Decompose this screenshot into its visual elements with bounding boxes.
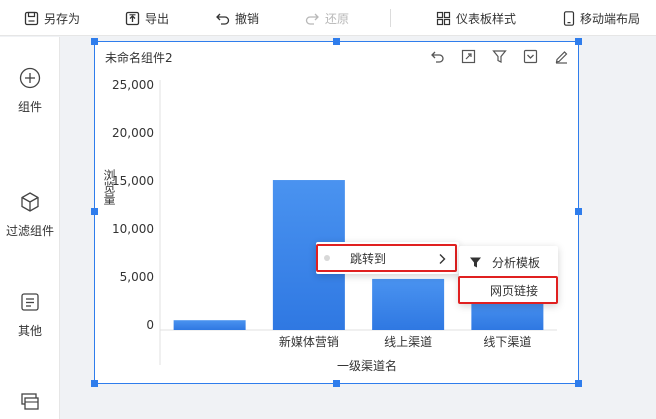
widget-toolbar <box>429 48 570 65</box>
dashboard-style-button[interactable]: 仪表板样式 <box>436 0 516 36</box>
redo-button[interactable]: 还原 <box>305 0 349 36</box>
y-axis-title: 浏览量 <box>102 169 116 205</box>
web-link-label: 网页链接 <box>489 283 538 298</box>
sidebar-item-layers[interactable] <box>0 391 60 413</box>
y-tick-label: 10,000 <box>112 222 154 236</box>
layers-icon <box>21 393 39 410</box>
save-as-label: 另存为 <box>44 11 81 26</box>
top-toolbar: 另存为 导出 撤销 还原 仪表板样式 移动端布局 <box>0 0 656 36</box>
jump-to-label: 跳转到 <box>350 251 387 266</box>
undo-button[interactable]: 撤销 <box>215 0 259 36</box>
edit-icon[interactable] <box>553 48 570 65</box>
sidebar-item-components[interactable]: 组件 <box>0 67 60 115</box>
web-link-menu-item[interactable]: 网页链接 <box>458 276 558 304</box>
resize-handle[interactable] <box>333 380 340 387</box>
sidebar-item-label: 组件 <box>17 100 42 114</box>
chevron-right-icon <box>439 254 446 264</box>
export-button[interactable]: 导出 <box>125 0 169 36</box>
analysis-template-menu-item[interactable]: 分析模板 <box>459 250 558 275</box>
undo-icon[interactable] <box>429 48 446 65</box>
sidebar-item-filter-components[interactable]: 过滤组件 <box>0 191 60 239</box>
y-tick-label: 5,000 <box>120 270 154 284</box>
document-icon <box>21 293 39 311</box>
plus-circle-icon <box>19 67 41 89</box>
dashboard-style-label: 仪表板样式 <box>456 11 517 26</box>
menu-dot-icon <box>324 255 330 261</box>
filter-icon <box>470 257 481 268</box>
redo-label: 还原 <box>325 11 350 26</box>
mobile-layout-button[interactable]: 移动端布局 <box>563 0 640 36</box>
x-tick-label: 新媒体营销 <box>279 334 339 349</box>
bar <box>471 300 544 330</box>
resize-handle[interactable] <box>575 380 582 387</box>
resize-handle[interactable] <box>575 38 582 45</box>
sidebar-item-label: 过滤组件 <box>5 224 54 238</box>
bar <box>173 320 246 330</box>
x-tick-label: 线上渠道 <box>384 335 432 349</box>
export-icon <box>125 11 140 25</box>
resize-handle[interactable] <box>91 380 98 387</box>
jump-submenu: 分析模板 网页链接 <box>458 246 558 304</box>
sidebar-item-other[interactable]: 其他 <box>0 291 60 339</box>
context-menu: 跳转到 <box>316 242 459 274</box>
x-tick-label: 线下渠道 <box>483 335 531 349</box>
save-as-button[interactable]: 另存为 <box>24 0 80 36</box>
bar-chart: 25,000 20,000 15,000 10,000 5,000 0 新媒体营销 线上渠道 线… <box>102 78 557 373</box>
x-axis-title: 一级渠道名 <box>337 358 397 373</box>
left-sidebar: 组件 过滤组件 其他 <box>0 37 60 419</box>
dropdown-box-icon[interactable] <box>522 48 539 65</box>
undo-icon <box>216 13 230 25</box>
save-icon <box>24 11 39 25</box>
resize-handle[interactable] <box>333 38 340 45</box>
redo-icon <box>305 13 319 25</box>
undo-label: 撤销 <box>235 11 260 26</box>
expand-icon[interactable] <box>460 48 477 65</box>
y-tick-label: 25,000 <box>112 78 154 92</box>
mobile-layout-label: 移动端布局 <box>580 11 641 26</box>
mobile-icon <box>563 10 575 26</box>
sidebar-item-label: 其他 <box>17 324 42 338</box>
widget-title: 未命名组件2 <box>105 51 173 65</box>
analysis-template-label: 分析模板 <box>492 256 541 270</box>
y-tick-label: 0 <box>146 318 154 332</box>
cube-icon <box>21 192 39 212</box>
filter-icon[interactable] <box>491 48 508 65</box>
grid-icon <box>436 11 451 25</box>
y-tick-label: 15,000 <box>112 174 154 188</box>
resize-handle[interactable] <box>91 38 98 45</box>
y-tick-label: 20,000 <box>112 126 154 140</box>
bar <box>372 278 445 330</box>
toolbar-divider <box>390 9 391 27</box>
jump-to-menu-item[interactable]: 跳转到 <box>316 244 457 272</box>
export-label: 导出 <box>145 11 170 26</box>
